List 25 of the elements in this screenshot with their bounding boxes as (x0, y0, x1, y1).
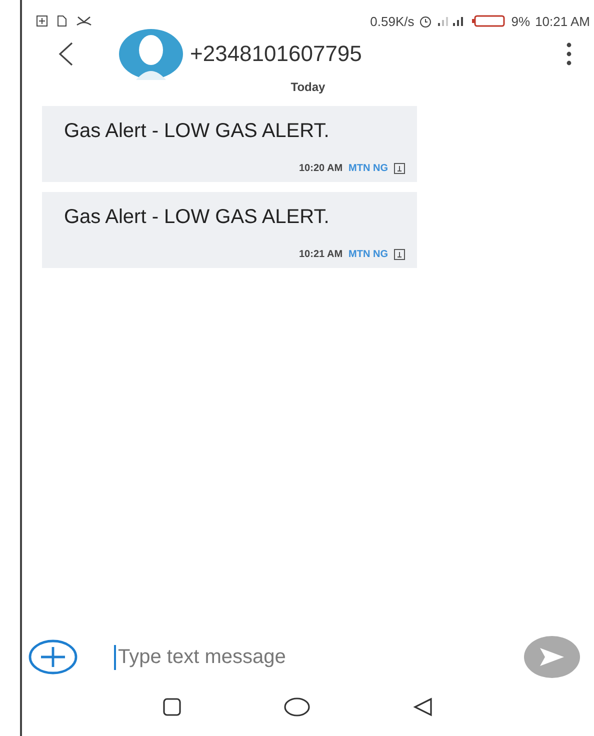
message-bubble[interactable]: Gas Alert - LOW GAS ALERT. 10:20 AM MTN NG (42, 106, 417, 182)
date-divider: Today (290, 80, 326, 94)
message-bubble[interactable]: Gas Alert - LOW GAS ALERT. 10:21 AM MTN NG (42, 192, 417, 268)
battery-percent: 9% (511, 14, 530, 28)
file-icon (56, 15, 68, 27)
contact-number: +2348101607795 (190, 41, 363, 67)
message-input[interactable]: Type text message (114, 644, 524, 670)
message-text: Gas Alert - LOW GAS ALERT. (64, 206, 330, 229)
more-options-icon[interactable] (566, 42, 572, 66)
clock-time: 10:21 AM (535, 14, 590, 28)
message-text: Gas Alert - LOW GAS ALERT. (64, 120, 330, 143)
back-nav-icon[interactable] (412, 697, 433, 717)
sim-label: MTN NG (348, 249, 388, 260)
alarm-icon (419, 14, 432, 28)
send-icon (539, 647, 565, 667)
message-time: 10:20 AM (299, 163, 343, 174)
home-icon[interactable] (284, 697, 310, 717)
network-speed: 0.59K/s (370, 14, 414, 28)
contact-avatar[interactable] (118, 28, 184, 80)
message-time: 10:21 AM (299, 249, 343, 260)
sim-label: MTN NG (348, 163, 388, 174)
battery-icon (472, 14, 506, 28)
add-icon[interactable] (28, 639, 78, 675)
recents-icon[interactable] (163, 698, 182, 716)
back-icon[interactable] (58, 41, 74, 67)
